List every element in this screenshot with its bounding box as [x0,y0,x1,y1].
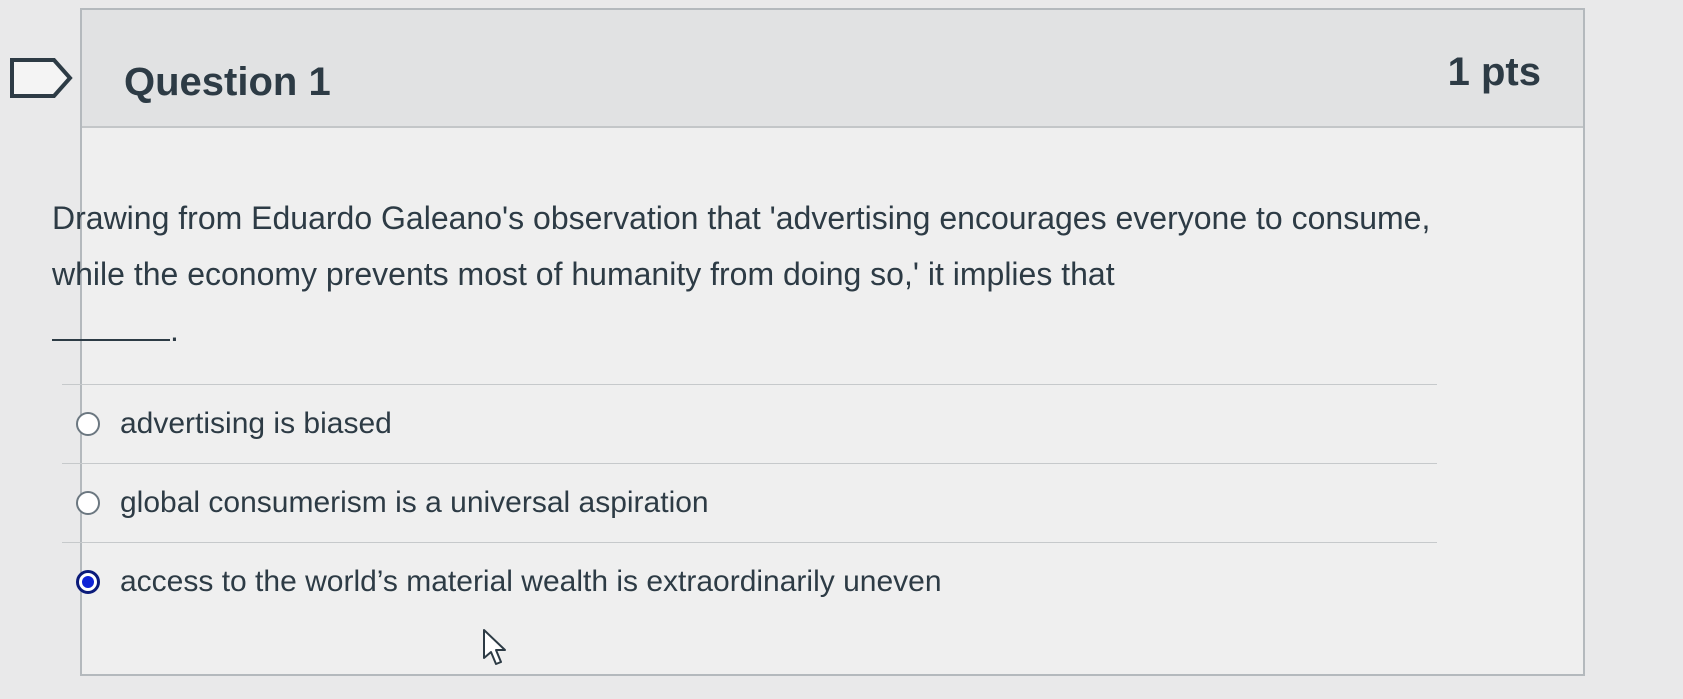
answer-list: advertising is biased global consumerism… [62,384,1437,621]
answer-label: global consumerism is a universal aspira… [120,486,709,519]
question-prompt: Drawing from Eduardo Galeano's observati… [52,200,1431,292]
question-title: Question 1 [124,60,331,104]
question-points: 1 pts [1447,50,1541,94]
answer-label: advertising is biased [120,407,392,440]
radio-button-unselected[interactable] [76,491,100,515]
flag-question-icon[interactable] [10,58,74,98]
radio-button-unselected[interactable] [76,412,100,436]
blank-suffix: . [170,312,179,348]
answer-label: access to the world’s material wealth is… [120,565,942,598]
question-header: Question 1 1 pts [82,10,1583,128]
answer-option-3[interactable]: access to the world’s material wealth is… [62,543,1437,621]
mouse-pointer-icon [482,628,508,668]
answer-option-1[interactable]: advertising is biased [62,385,1437,463]
question-text: Drawing from Eduardo Galeano's observati… [52,190,1472,358]
answer-blank [52,309,170,341]
answer-option-2[interactable]: global consumerism is a universal aspira… [62,464,1437,542]
radio-button-selected[interactable] [76,570,100,594]
